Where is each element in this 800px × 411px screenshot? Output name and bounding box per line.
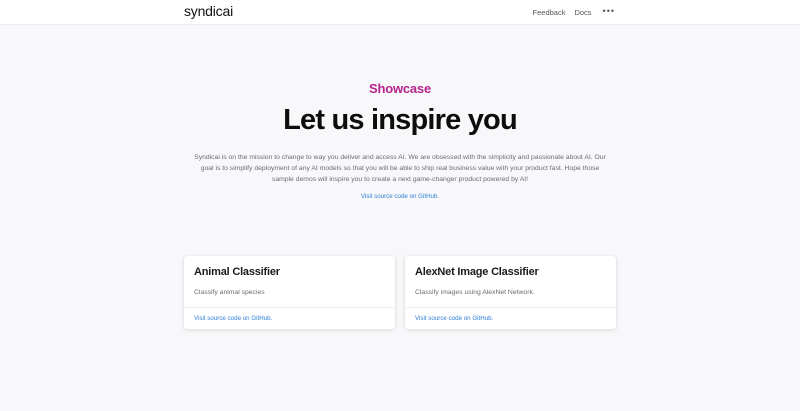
card-title[interactable]: AlexNet Image Classifier — [415, 266, 539, 278]
card-description: Classify images using AlexNet Network. — [415, 289, 535, 296]
card-description: Classify animal species — [194, 289, 265, 296]
nav-docs-link[interactable]: Docs — [574, 8, 591, 17]
showcase-card-animal-classifier[interactable]: Animal Classifier Classify animal specie… — [184, 256, 395, 329]
hero-eyebrow: Showcase — [369, 81, 431, 96]
card-title[interactable]: Animal Classifier — [194, 266, 280, 278]
logo[interactable]: syndicai — [184, 3, 233, 19]
card-github-link[interactable]: Visit source code on GitHub. — [415, 315, 493, 322]
nav-feedback-link[interactable]: Feedback — [533, 8, 566, 17]
more-horizontal-icon[interactable]: ••• — [603, 6, 615, 16]
page-title: Let us inspire you — [283, 104, 518, 136]
hero-intro-text: Syndicai is on the mission to change to … — [194, 154, 606, 183]
card-github-link[interactable]: Visit source code on GitHub. — [194, 315, 272, 322]
card-divider — [405, 307, 616, 308]
showcase-card-alexnet-classifier[interactable]: AlexNet Image Classifier Classify images… — [405, 256, 616, 329]
top-navbar: syndicai Feedback Docs ••• — [0, 0, 800, 25]
nav-links: Feedback Docs ••• — [533, 0, 615, 25]
card-divider — [184, 307, 395, 308]
hero-github-link[interactable]: Visit source code on GitHub. — [0, 193, 800, 200]
